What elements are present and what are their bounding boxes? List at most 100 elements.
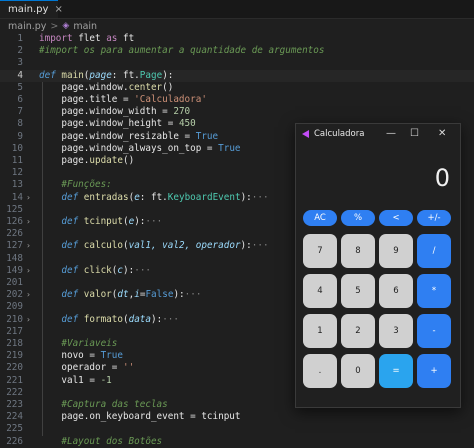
code-token: valor	[83, 289, 112, 301]
code-token: ···	[162, 313, 179, 325]
key-8-button[interactable]: 8	[341, 234, 375, 268]
code-text: def valor(dt,i=False):···	[39, 289, 201, 301]
line-number: 225	[6, 423, 23, 435]
code-token: : ft.	[111, 69, 140, 81]
key-4-button[interactable]: 4	[303, 274, 337, 308]
code-token: ):	[162, 69, 174, 81]
code-text: #Variaveis	[39, 338, 117, 350]
code-token: 450	[178, 118, 196, 130]
code-token: Page	[139, 69, 163, 81]
code-text: import flet as ft	[39, 33, 134, 45]
close-icon[interactable]: ×	[54, 4, 62, 15]
key-6-button[interactable]: 6	[379, 274, 413, 308]
line-number: 9	[17, 130, 23, 142]
key-backspace-button[interactable]: <	[379, 210, 413, 226]
code-text: page.on_keyboard_event = tcinput	[39, 411, 240, 423]
code-token: #Captura das teclas	[39, 399, 168, 410]
fold-chevron-icon[interactable]: ›	[26, 265, 31, 277]
code-token: update	[89, 155, 123, 166]
key-minus-button[interactable]: -	[417, 314, 451, 348]
key-sign-button[interactable]: +/-	[417, 210, 451, 226]
code-token: 270	[173, 106, 191, 118]
fold-chevron-icon[interactable]: ›	[26, 289, 31, 301]
code-text: #Layout dos Botões	[39, 436, 162, 448]
fold-chevron-icon[interactable]: ›	[26, 216, 31, 228]
code-token: ···	[251, 240, 269, 252]
code-line[interactable]: 1 import flet as ft	[0, 33, 474, 45]
key-0-button[interactable]: 0	[341, 354, 375, 388]
window-titlebar[interactable]: Calculadora — ☐ ✕	[296, 124, 460, 144]
code-token: data	[128, 313, 151, 325]
code-token: ft	[117, 33, 135, 44]
key-ac-button[interactable]: AC	[303, 210, 337, 226]
code-token: page.window_always_on_top =	[39, 142, 219, 154]
key-equals-button[interactable]: =	[379, 354, 413, 388]
code-line[interactable]: 224 page.on_keyboard_event = tcinput	[0, 411, 474, 423]
tab-main-py[interactable]: main.py ×	[0, 0, 63, 18]
key-divide-button[interactable]: /	[417, 234, 451, 268]
code-token: False	[145, 289, 174, 301]
code-token: def	[39, 191, 79, 203]
fold-chevron-icon[interactable]: ›	[26, 314, 31, 326]
code-text: def calculo(val1, val2, operador):···	[39, 240, 269, 252]
key-multiply-button[interactable]: *	[417, 274, 451, 308]
code-token: ()	[122, 155, 135, 166]
code-line[interactable]: 226 #Layout dos Botões	[0, 436, 474, 448]
code-token: tcinput	[83, 216, 123, 227]
code-token: def	[39, 240, 79, 252]
line-number: 7	[17, 106, 23, 118]
key-2-button[interactable]: 2	[341, 314, 375, 348]
code-line[interactable]: 6 page.title = 'Calculadora'	[0, 94, 474, 106]
code-token: ()	[162, 81, 174, 93]
code-token: ···	[184, 289, 202, 301]
indent-guide	[42, 81, 43, 436]
key-3-button[interactable]: 3	[379, 314, 413, 348]
close-icon[interactable]: ✕	[438, 128, 446, 139]
code-token: page.window_height =	[39, 118, 179, 130]
code-token: as	[106, 33, 118, 44]
tab-label: main.py	[8, 4, 49, 15]
code-token: True	[218, 142, 241, 154]
code-token: ):	[173, 289, 185, 301]
code-token: center	[128, 81, 163, 93]
calculator-window[interactable]: Calculadora — ☐ ✕ 0 AC% < +/- 7 8 9/ 4 5 6 * 1 2 3-.…	[295, 123, 461, 408]
code-token: import	[39, 33, 73, 44]
line-number: 5	[17, 81, 23, 93]
key-5-button[interactable]: 5	[341, 274, 375, 308]
key-percent-button[interactable]: %	[341, 210, 375, 226]
fold-chevron-icon[interactable]: ›	[26, 192, 31, 204]
flet-logo-icon	[302, 130, 309, 138]
code-token: ):	[150, 313, 163, 325]
code-token: ···	[145, 216, 163, 227]
code-line[interactable]: 2 #import os para aumentar a quantidade d…	[0, 45, 474, 57]
code-text: page.window_resizable = True	[39, 131, 218, 143]
code-line[interactable]: 225	[0, 423, 474, 435]
key-1-button[interactable]: 1	[303, 314, 337, 348]
breadcrumb-symbol[interactable]: main	[73, 21, 97, 32]
key-7-button[interactable]: 7	[303, 234, 337, 268]
line-number: 222	[6, 386, 23, 398]
key-dot-button[interactable]: .	[303, 354, 337, 388]
code-line[interactable]: 4 def main(page: ft.Page):	[0, 69, 474, 82]
maximize-icon[interactable]: ☐	[410, 128, 419, 139]
code-line[interactable]: 7 page.window_width = 270	[0, 106, 474, 118]
line-number: 217	[6, 325, 23, 337]
key-9-button[interactable]: 9	[379, 234, 413, 268]
line-number: 223	[6, 399, 23, 410]
code-line[interactable]: 3	[0, 57, 474, 69]
key-plus-button[interactable]: +	[417, 354, 451, 388]
line-number: 221	[6, 374, 23, 386]
code-token: calculo	[83, 240, 123, 252]
code-token: val1 =	[39, 374, 101, 386]
minimize-icon[interactable]: —	[386, 128, 396, 139]
code-text: def main(page: ft.Page):	[39, 70, 173, 82]
code-text: page.window_always_on_top = True	[39, 142, 241, 155]
code-line[interactable]: 5 page.window.center()	[0, 82, 474, 94]
line-number: 8	[17, 118, 23, 130]
breadcrumb-file[interactable]: main.py	[8, 21, 46, 32]
line-number: 210	[6, 313, 23, 325]
line-number: 226	[6, 435, 23, 447]
fold-chevron-icon[interactable]: ›	[26, 240, 31, 252]
code-token: page.window_resizable =	[39, 130, 196, 142]
calculator-display: 0	[434, 164, 450, 192]
